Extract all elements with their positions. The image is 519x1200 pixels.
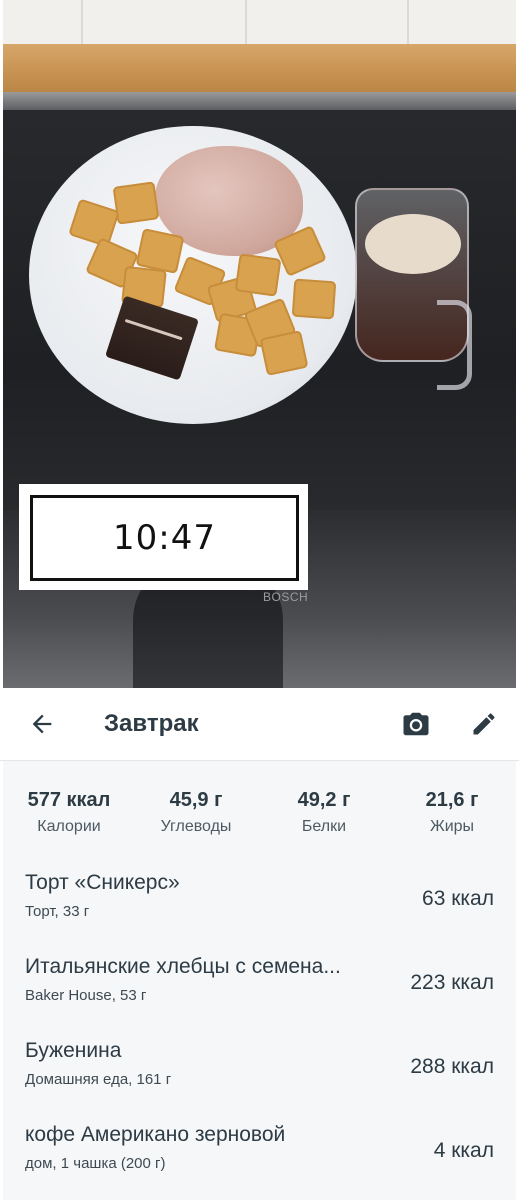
meal-screen: BOSCH 10:47 Завтрак 577 ккал Калории 45,…	[0, 0, 519, 1200]
brand-mark: BOSCH	[263, 590, 309, 604]
macro-label: Жиры	[429, 818, 475, 835]
camera-icon	[403, 712, 429, 736]
food-item[interactable]: Торт «Сникерс» Торт, 33 г 63 ккал	[3, 857, 516, 941]
food-calories: 63 ккал	[422, 887, 494, 910]
time-overlay: 10:47	[19, 484, 308, 590]
nutrition-summary: 577 ккал Калории 45,9 г Углеводы 49,2 г …	[3, 761, 516, 857]
wooden-shelf	[3, 44, 516, 94]
arrow-back-icon	[32, 714, 52, 734]
macro-label: Калории	[37, 818, 101, 835]
macro-value: 577 ккал	[27, 789, 111, 811]
food-item[interactable]: Буженина Домашняя еда, 161 г 288 ккал	[3, 1025, 516, 1109]
back-button[interactable]	[24, 706, 60, 742]
food-details: Торт, 33 г	[25, 903, 90, 920]
food-calories: 288 ккал	[410, 1055, 494, 1078]
camera-button[interactable]	[398, 706, 434, 742]
macro-value: 21,6 г	[425, 789, 479, 811]
time-frame: 10:47	[30, 495, 299, 581]
page-title: Завтрак	[104, 710, 199, 737]
macro-protein: 49,2 г Белки	[264, 789, 384, 836]
cracker	[234, 253, 282, 297]
meal-photo[interactable]: BOSCH 10:47	[3, 0, 516, 688]
food-item[interactable]: Итальянские хлебцы с семена... Baker Hou…	[3, 941, 516, 1025]
pencil-icon	[473, 713, 495, 735]
food-calories: 223 ккал	[410, 971, 494, 994]
food-details: Baker House, 53 г	[25, 987, 147, 1004]
wall-tiles	[3, 0, 516, 48]
cracker	[112, 181, 160, 225]
food-item[interactable]: кофе Американо зерновой дом, 1 чашка (20…	[3, 1109, 516, 1193]
food-details: Домашняя еда, 161 г	[25, 1071, 172, 1088]
macro-label: Углеводы	[160, 818, 232, 835]
food-name: Торт «Сникерс»	[25, 871, 180, 894]
time-text: 10:47	[113, 518, 216, 558]
food-details: дом, 1 чашка (200 г)	[25, 1155, 166, 1172]
macro-value: 49,2 г	[297, 789, 351, 811]
food-list: Торт «Сникерс» Торт, 33 г 63 ккал Италья…	[3, 857, 516, 1193]
toolbar: Завтрак	[0, 688, 519, 760]
macro-label: Белки	[301, 818, 347, 835]
food-name: Итальянские хлебцы с семена...	[25, 955, 341, 978]
food-calories: 4 ккал	[433, 1139, 494, 1162]
food-name: кофе Американо зерновой	[25, 1123, 286, 1146]
macro-carbs: 45,9 г Углеводы	[136, 789, 256, 836]
macro-value: 45,9 г	[169, 789, 223, 811]
macro-calories: 577 ккал Калории	[9, 789, 129, 836]
cup-handle	[437, 300, 472, 390]
edit-button[interactable]	[466, 706, 502, 742]
coffee-foam	[365, 214, 461, 274]
cracker	[291, 278, 337, 320]
macro-fat: 21,6 г Жиры	[392, 789, 512, 836]
food-name: Буженина	[25, 1039, 122, 1062]
meal-content: 577 ккал Калории 45,9 г Углеводы 49,2 г …	[3, 761, 516, 1200]
shelf-edge	[3, 92, 516, 110]
